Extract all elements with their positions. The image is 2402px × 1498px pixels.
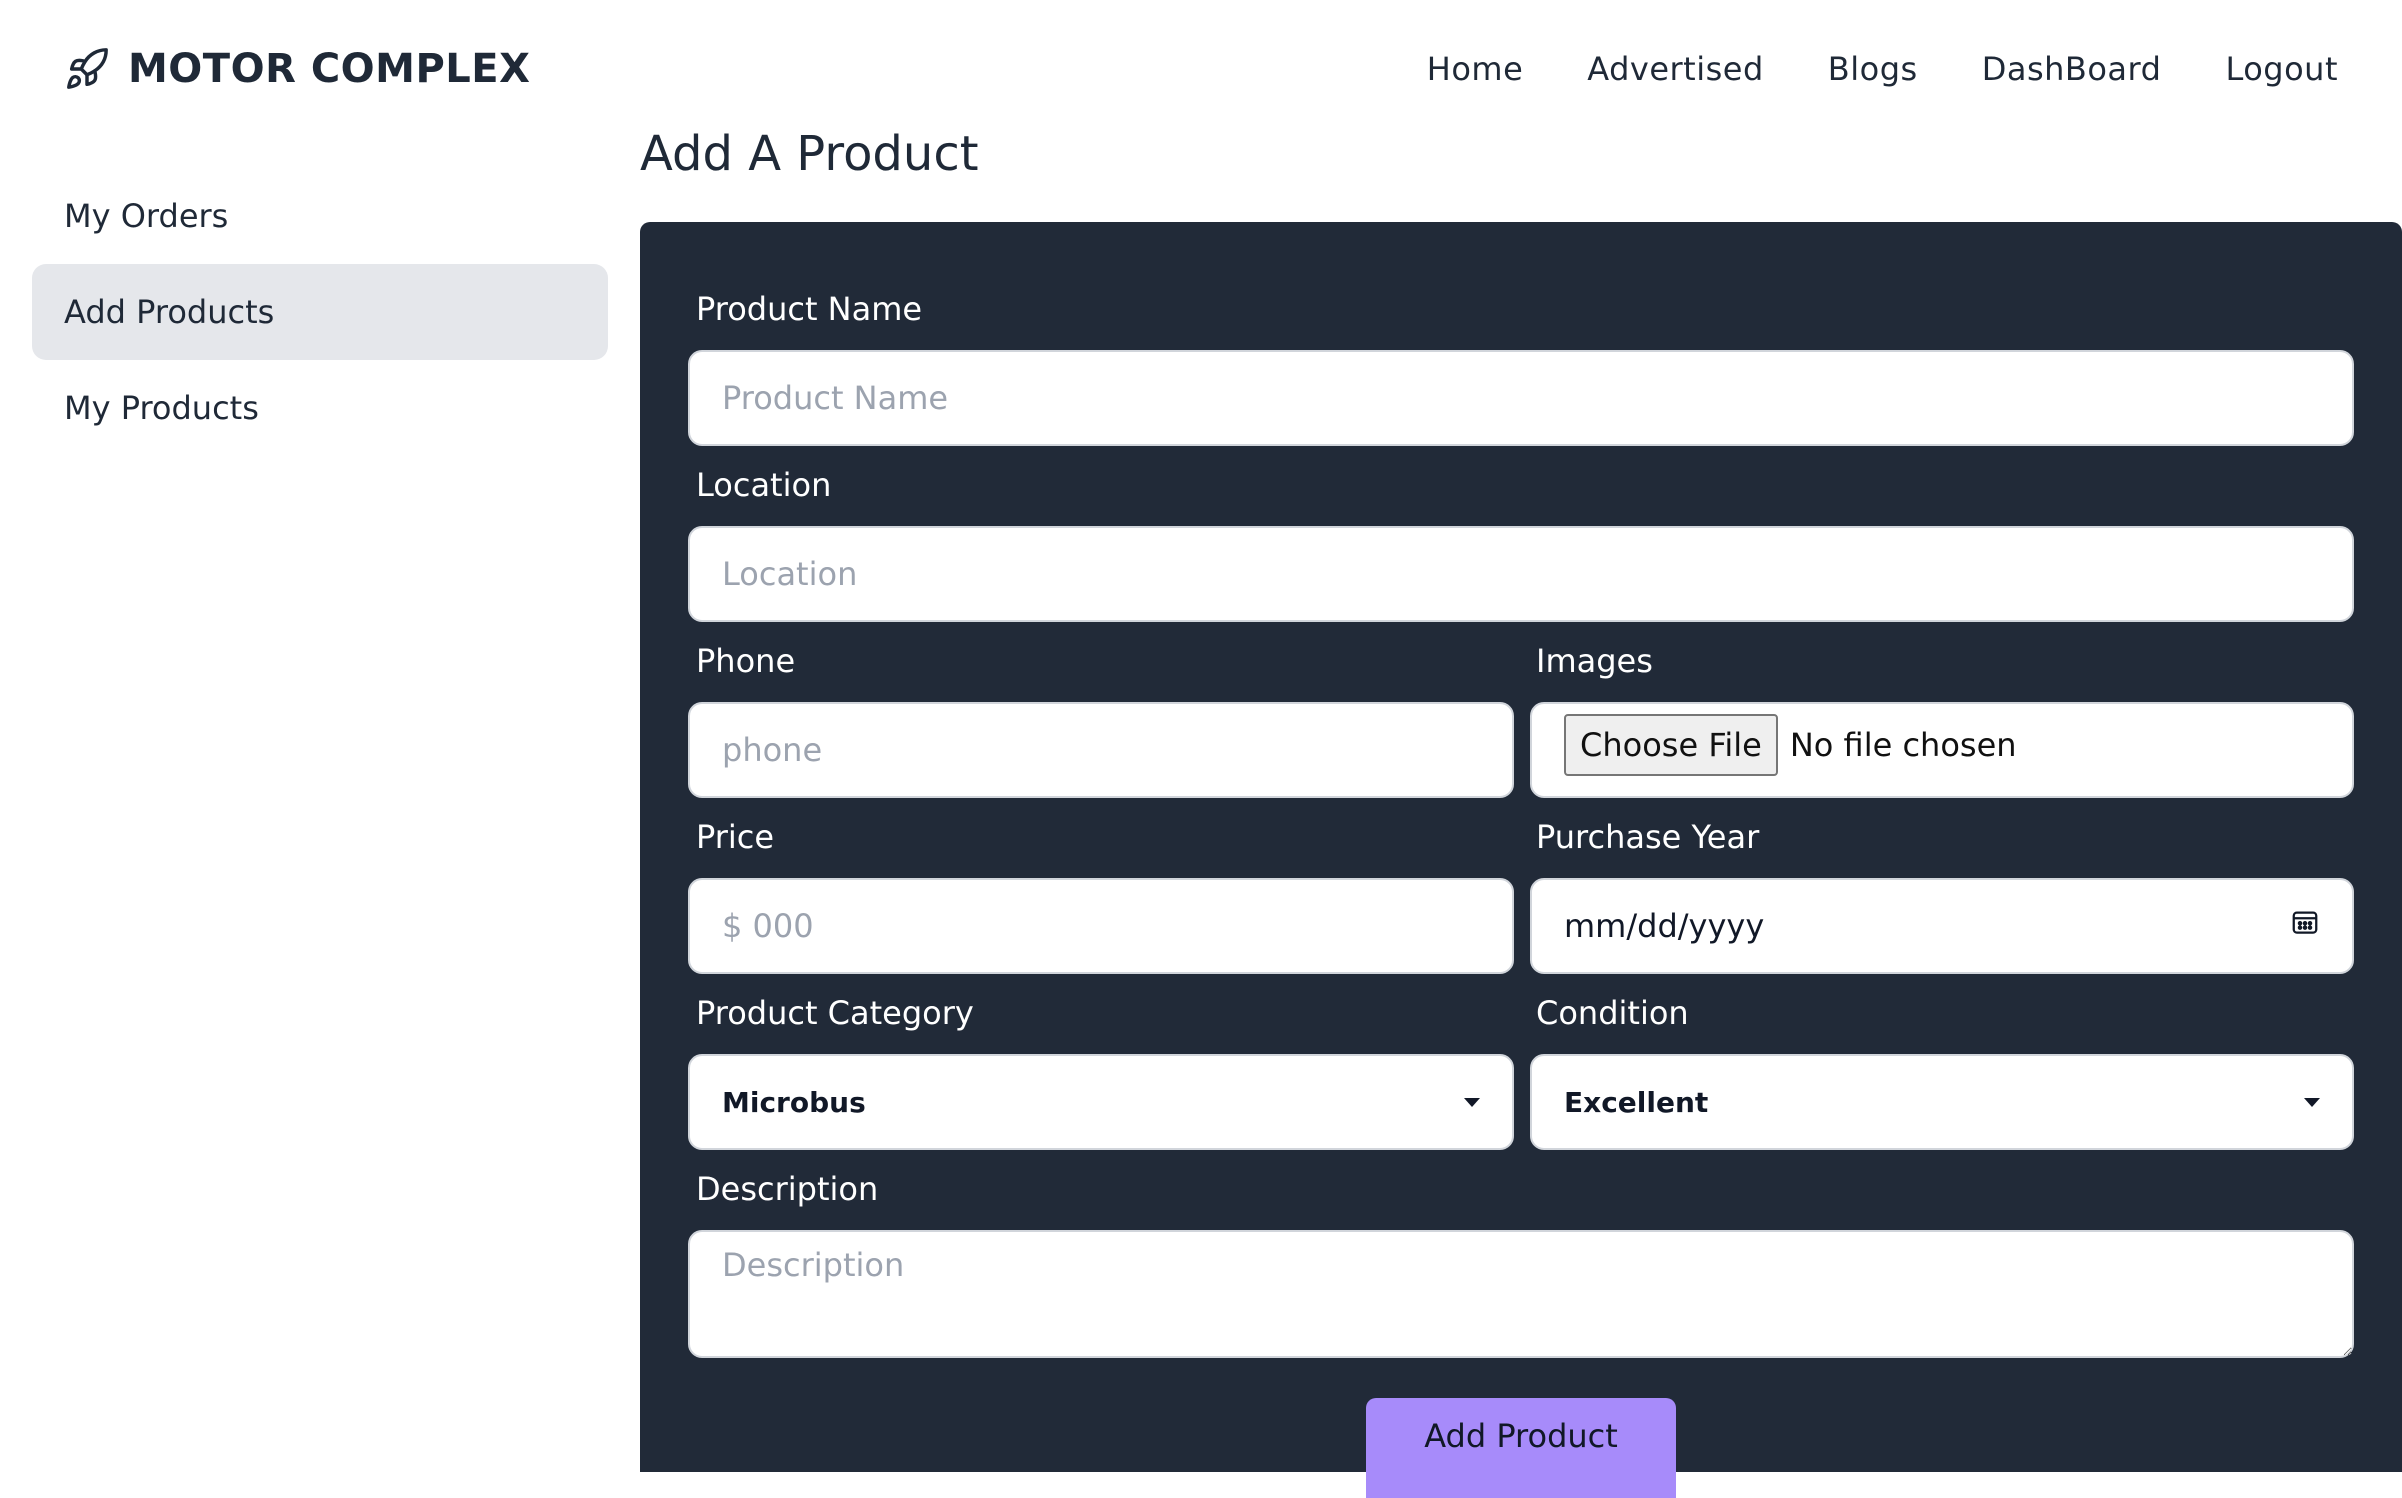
- choose-file-button[interactable]: Choose File: [1564, 714, 1778, 776]
- add-product-button[interactable]: Add Product: [1366, 1398, 1676, 1498]
- images-file-input[interactable]: Choose File No file chosen: [1530, 702, 2354, 798]
- condition-selected-value: Excellent: [1564, 1085, 1709, 1119]
- add-product-form: Product Name Location Phone Images Choos…: [640, 222, 2402, 1472]
- purchase-year-label: Purchase Year: [1536, 818, 1760, 856]
- rocket-icon: [64, 46, 110, 92]
- sidebar-item-my-orders[interactable]: My Orders: [32, 168, 608, 264]
- product-name-label: Product Name: [696, 290, 923, 328]
- description-label: Description: [696, 1170, 879, 1208]
- phone-input[interactable]: [688, 702, 1514, 798]
- chevron-down-icon: [2304, 1097, 2320, 1107]
- main-nav: Home Advertised Blogs DashBoard Logout: [1427, 42, 2338, 96]
- condition-label: Condition: [1536, 994, 1689, 1032]
- category-selected-value: Microbus: [722, 1085, 866, 1119]
- price-label: Price: [696, 818, 775, 856]
- phone-label: Phone: [696, 642, 796, 680]
- price-input[interactable]: [688, 878, 1514, 974]
- brand-name: MOTOR COMPLEX: [128, 46, 531, 92]
- sidebar-item-my-products[interactable]: My Products: [32, 360, 608, 456]
- product-category-select[interactable]: Microbus: [688, 1054, 1514, 1150]
- page-title: Add A Product: [640, 126, 979, 182]
- nav-blogs-link[interactable]: Blogs: [1828, 50, 1918, 88]
- file-status-text: No file chosen: [1789, 726, 2017, 764]
- description-textarea[interactable]: [688, 1230, 2354, 1358]
- purchase-year-placeholder: mm/dd/yyyy: [1564, 907, 1765, 945]
- location-label: Location: [696, 466, 832, 504]
- purchase-year-input[interactable]: mm/dd/yyyy: [1530, 878, 2354, 974]
- nav-advertised-link[interactable]: Advertised: [1587, 50, 1764, 88]
- nav-logout-link[interactable]: Logout: [2225, 50, 2338, 88]
- calendar-icon[interactable]: [2290, 907, 2320, 945]
- sidebar-item-add-products[interactable]: Add Products: [32, 264, 608, 360]
- dashboard-sidebar: My Orders Add Products My Products: [32, 168, 608, 456]
- brand[interactable]: MOTOR COMPLEX: [64, 42, 530, 96]
- nav-home-link[interactable]: Home: [1427, 50, 1524, 88]
- condition-select[interactable]: Excellent: [1530, 1054, 2354, 1150]
- images-label: Images: [1536, 642, 1653, 680]
- nav-dashboard-link[interactable]: DashBoard: [1982, 50, 2162, 88]
- product-name-input[interactable]: [688, 350, 2354, 446]
- top-navbar: MOTOR COMPLEX Home Advertised Blogs Dash…: [0, 0, 2402, 134]
- product-category-label: Product Category: [696, 994, 974, 1032]
- location-input[interactable]: [688, 526, 2354, 622]
- chevron-down-icon: [1464, 1097, 1480, 1107]
